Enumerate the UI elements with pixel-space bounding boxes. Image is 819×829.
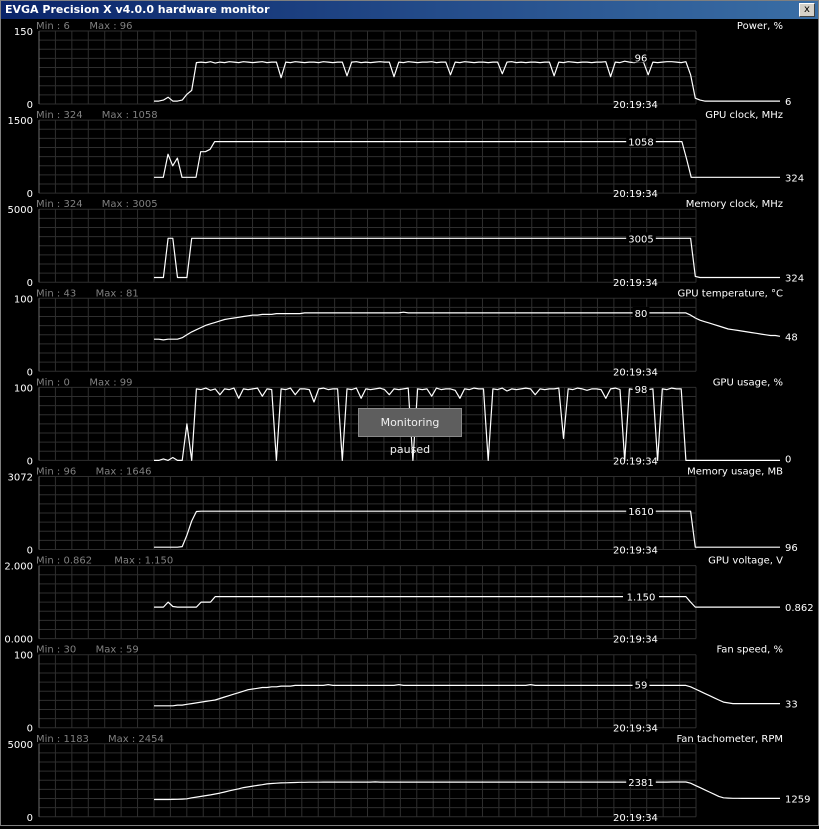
close-button[interactable]: x [799,3,815,17]
fan-tachometer-rpm-series-line [154,781,780,801]
gpu-temperature-c-title: GPU temperature, °C [678,288,783,299]
memory-usage-mb-current-value: 1610 [628,507,653,518]
gpu-voltage-v-current-value: 1.150 [627,593,656,604]
power-max-label: Max : 96 [89,21,132,32]
gpu-clock-mhz-ytick-max: 1500 [8,116,33,127]
memory-usage-mb-end-value: 96 [785,543,798,554]
gpu-usage-time-label: 20:19:34 [613,456,658,467]
gpu-clock-mhz-title: GPU clock, MHz [705,110,783,121]
gpu-voltage-v-end-value: 0.862 [785,603,814,614]
fan-speed-end-value: 33 [785,700,798,711]
window-title: EVGA Precision X v4.0.0 hardware monitor [5,3,270,16]
gpu-usage-ytick-min: 0 [27,456,33,467]
fan-speed-series-line [154,683,780,707]
memory-usage-mb-ytick-max: 3072 [8,473,33,484]
memory-usage-mb-min-label: Min : 96 [36,467,76,478]
memory-usage-mb-title: Memory usage, MB [687,467,783,478]
memory-clock-mhz-ytick-min: 0 [27,278,33,289]
gpu-temperature-c-ytick-min: 0 [27,367,33,378]
close-icon: x [804,4,810,15]
gpu-voltage-v-ytick-min: 0.000 [4,635,33,646]
fan-speed-max-label: Max : 59 [96,645,139,656]
memory-clock-mhz-end-value: 324 [785,273,804,284]
gpu-voltage-v-ytick-max: 2.000 [4,562,33,573]
title-bar[interactable]: EVGA Precision X v4.0.0 hardware monitor… [1,1,818,19]
power-title: Power, % [737,21,783,32]
fan-tachometer-rpm-current-value: 2381 [628,778,653,789]
gpu-temperature-c-ytick-max: 100 [14,294,33,305]
fan-speed-current-value: 59 [635,681,648,692]
fan-speed-min-label: Min : 30 [36,645,76,656]
gpu-temperature-c-max-label: Max : 81 [96,288,139,299]
power-min-label: Min : 6 [36,21,70,32]
gpu-usage-ytick-max: 100 [14,383,33,394]
gpu-clock-mhz-end-value: 324 [785,173,804,184]
gpu-usage-title: GPU usage, % [713,377,783,388]
gpu-temperature-c-current-value: 80 [635,309,648,320]
gpu-voltage-v-min-label: Min : 0.862 [36,556,92,567]
gpu-voltage-v-max-label: Max : 1.150 [114,556,173,567]
gpu-temperature-c-min-label: Min : 43 [36,288,76,299]
gpu-voltage-v-title: GPU voltage, V [708,556,783,567]
memory-clock-mhz-max-label: Max : 3005 [102,199,158,210]
gpu-clock-mhz-current-value: 1058 [628,138,653,149]
monitoring-paused-tooltip: Monitoring paused [358,408,462,456]
fan-speed-title: Fan speed, % [716,645,783,656]
memory-usage-mb-series-line [154,510,780,548]
fan-tachometer-rpm-max-label: Max : 2454 [108,734,164,745]
fan-tachometer-rpm-title: Fan tachometer, RPM [676,734,783,745]
gpu-voltage-v-time-label: 20:19:34 [613,635,658,646]
memory-clock-mhz-time-label: 20:19:34 [613,278,658,289]
power-ytick-max: 150 [14,27,33,38]
power-ytick-min: 0 [27,100,33,111]
memory-usage-mb-time-label: 20:19:34 [613,546,658,557]
gpu-clock-mhz-time-label: 20:19:34 [613,189,658,200]
memory-clock-mhz-ytick-max: 5000 [8,205,33,216]
fan-tachometer-rpm-min-label: Min : 1183 [36,734,89,745]
gpu-temperature-c-time-label: 20:19:34 [613,367,658,378]
fan-speed-ytick-max: 100 [14,651,33,662]
gpu-clock-mhz-max-label: Max : 1058 [102,110,158,121]
gpu-clock-mhz-min-label: Min : 324 [36,110,83,121]
gpu-usage-end-value: 0 [785,454,791,465]
gpu-temperature-c-end-value: 48 [785,332,798,343]
fan-tachometer-rpm-time-label: 20:19:34 [613,813,658,824]
fan-speed-ytick-min: 0 [27,724,33,735]
memory-clock-mhz-title: Memory clock, MHz [686,199,783,210]
fan-tachometer-rpm-ytick-max: 5000 [8,740,33,751]
gpu-usage-min-label: Min : 0 [36,377,70,388]
hardware-monitor-window: EVGA Precision X v4.0.0 hardware monitor… [0,0,819,826]
gpu-clock-mhz-ytick-min: 0 [27,189,33,200]
memory-clock-mhz-min-label: Min : 324 [36,199,83,210]
power-time-label: 20:19:34 [613,100,658,111]
fan-tachometer-rpm-end-value: 1259 [785,794,810,805]
fan-speed-time-label: 20:19:34 [613,724,658,735]
memory-clock-mhz-series-line [154,237,780,279]
fan-tachometer-rpm-ytick-min: 0 [27,813,33,824]
memory-clock-mhz-current-value: 3005 [628,234,653,245]
gpu-usage-max-label: Max : 99 [89,377,132,388]
memory-usage-mb-max-label: Max : 1646 [96,467,152,478]
gpu-clock-mhz-series-line [154,140,780,178]
gpu-usage-current-value: 98 [635,385,648,396]
power-current-value: 96 [635,53,648,64]
memory-usage-mb-ytick-min: 0 [27,546,33,557]
power-end-value: 6 [785,97,791,108]
